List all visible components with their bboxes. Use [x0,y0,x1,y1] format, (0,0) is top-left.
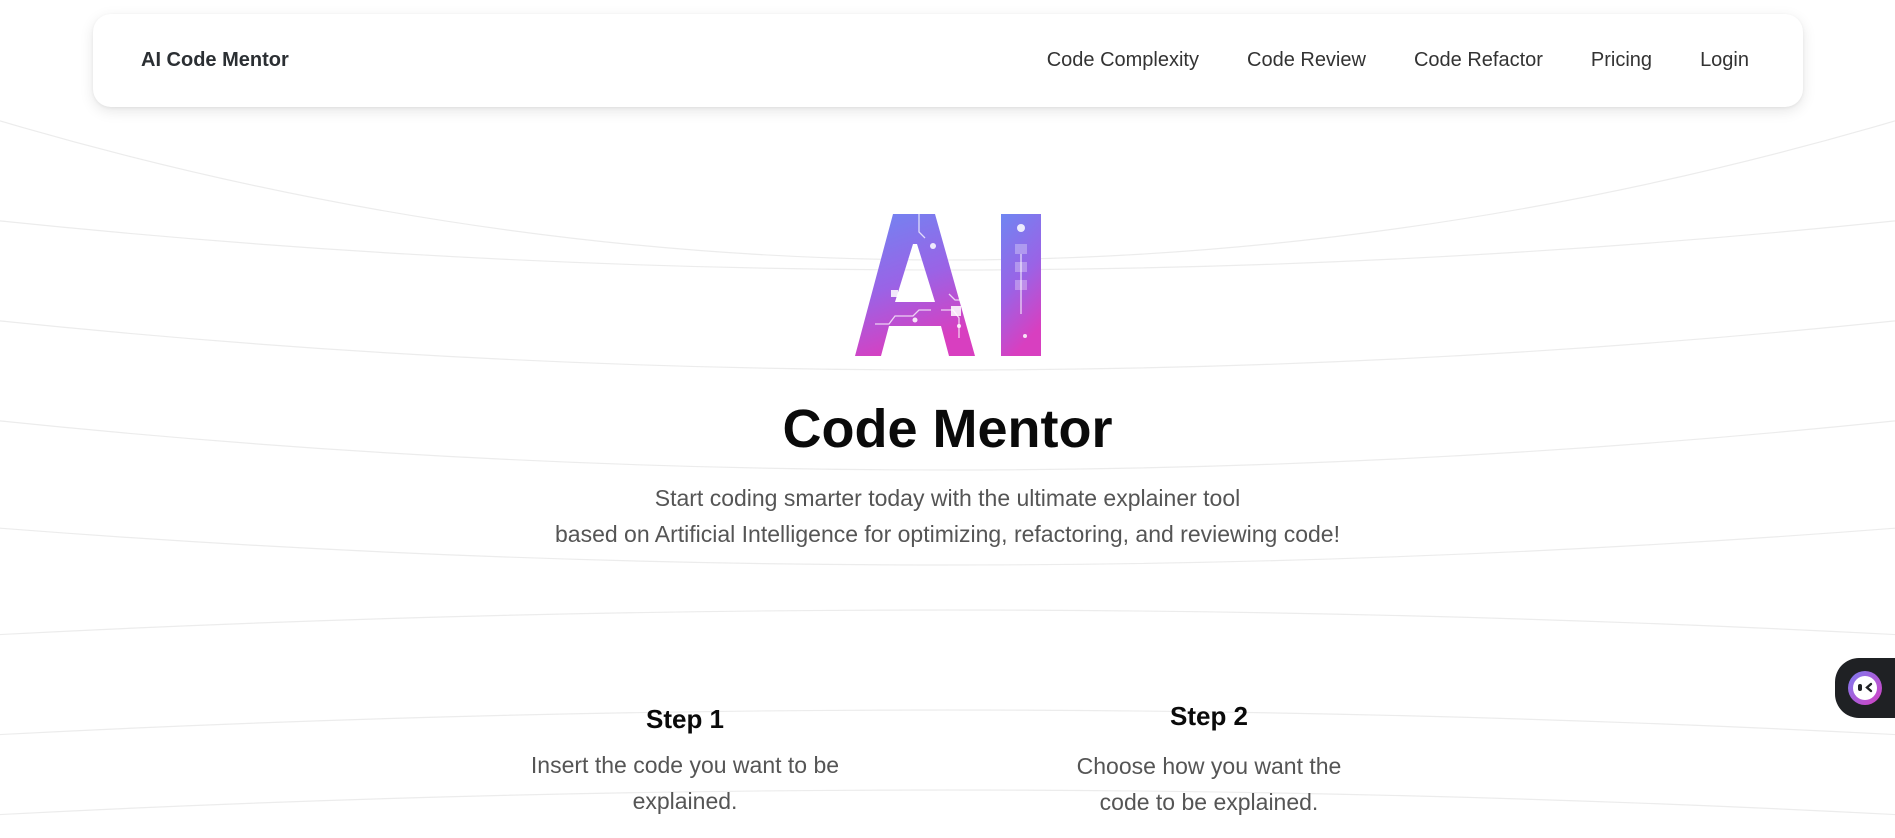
nav-link-pricing[interactable]: Pricing [1591,49,1652,72]
top-navbar: AI Code Mentor Code Complexity Code Revi… [93,14,1803,107]
step-2-card: Step 2 Choose how you want the code to b… [1048,701,1370,820]
chat-widget-button[interactable] [1835,658,1895,718]
step-1-desc-line-1: Insert the code you want to be [530,752,840,778]
landing-page: AI Code Mentor Code Complexity Code Revi… [0,0,1895,838]
chat-bot-icon [1848,671,1882,705]
step-2-description: Choose how you want the code to be expla… [1048,748,1370,820]
hero-title: Code Mentor [782,399,1113,459]
step-1-description: Insert the code you want to be explained… [520,747,850,819]
hero-subtitle-line-2: based on Artificial Intelligence for opt… [555,521,1340,547]
step-1-card: Step 1 Insert the code you want to be ex… [520,704,850,819]
step-2-desc-line-1: Choose how you want the [1076,753,1342,779]
nav-link-code-refactor[interactable]: Code Refactor [1414,49,1543,72]
step-1-desc-line-2: explained. [632,788,738,814]
nav-links: Code Complexity Code Review Code Refacto… [999,14,1749,107]
nav-link-login[interactable]: Login [1700,49,1749,72]
nav-link-code-review[interactable]: Code Review [1247,49,1366,72]
ai-circuit-logo [855,214,1041,356]
nav-link-code-complexity[interactable]: Code Complexity [1047,49,1199,72]
step-2-desc-line-2: code to be explained. [1099,789,1319,815]
step-1-title: Step 1 [645,704,725,734]
step-2-title: Step 2 [1169,701,1249,731]
brand-logo-text[interactable]: AI Code Mentor [141,14,289,107]
hero-subtitle-line-1: Start coding smarter today with the ulti… [654,485,1241,511]
